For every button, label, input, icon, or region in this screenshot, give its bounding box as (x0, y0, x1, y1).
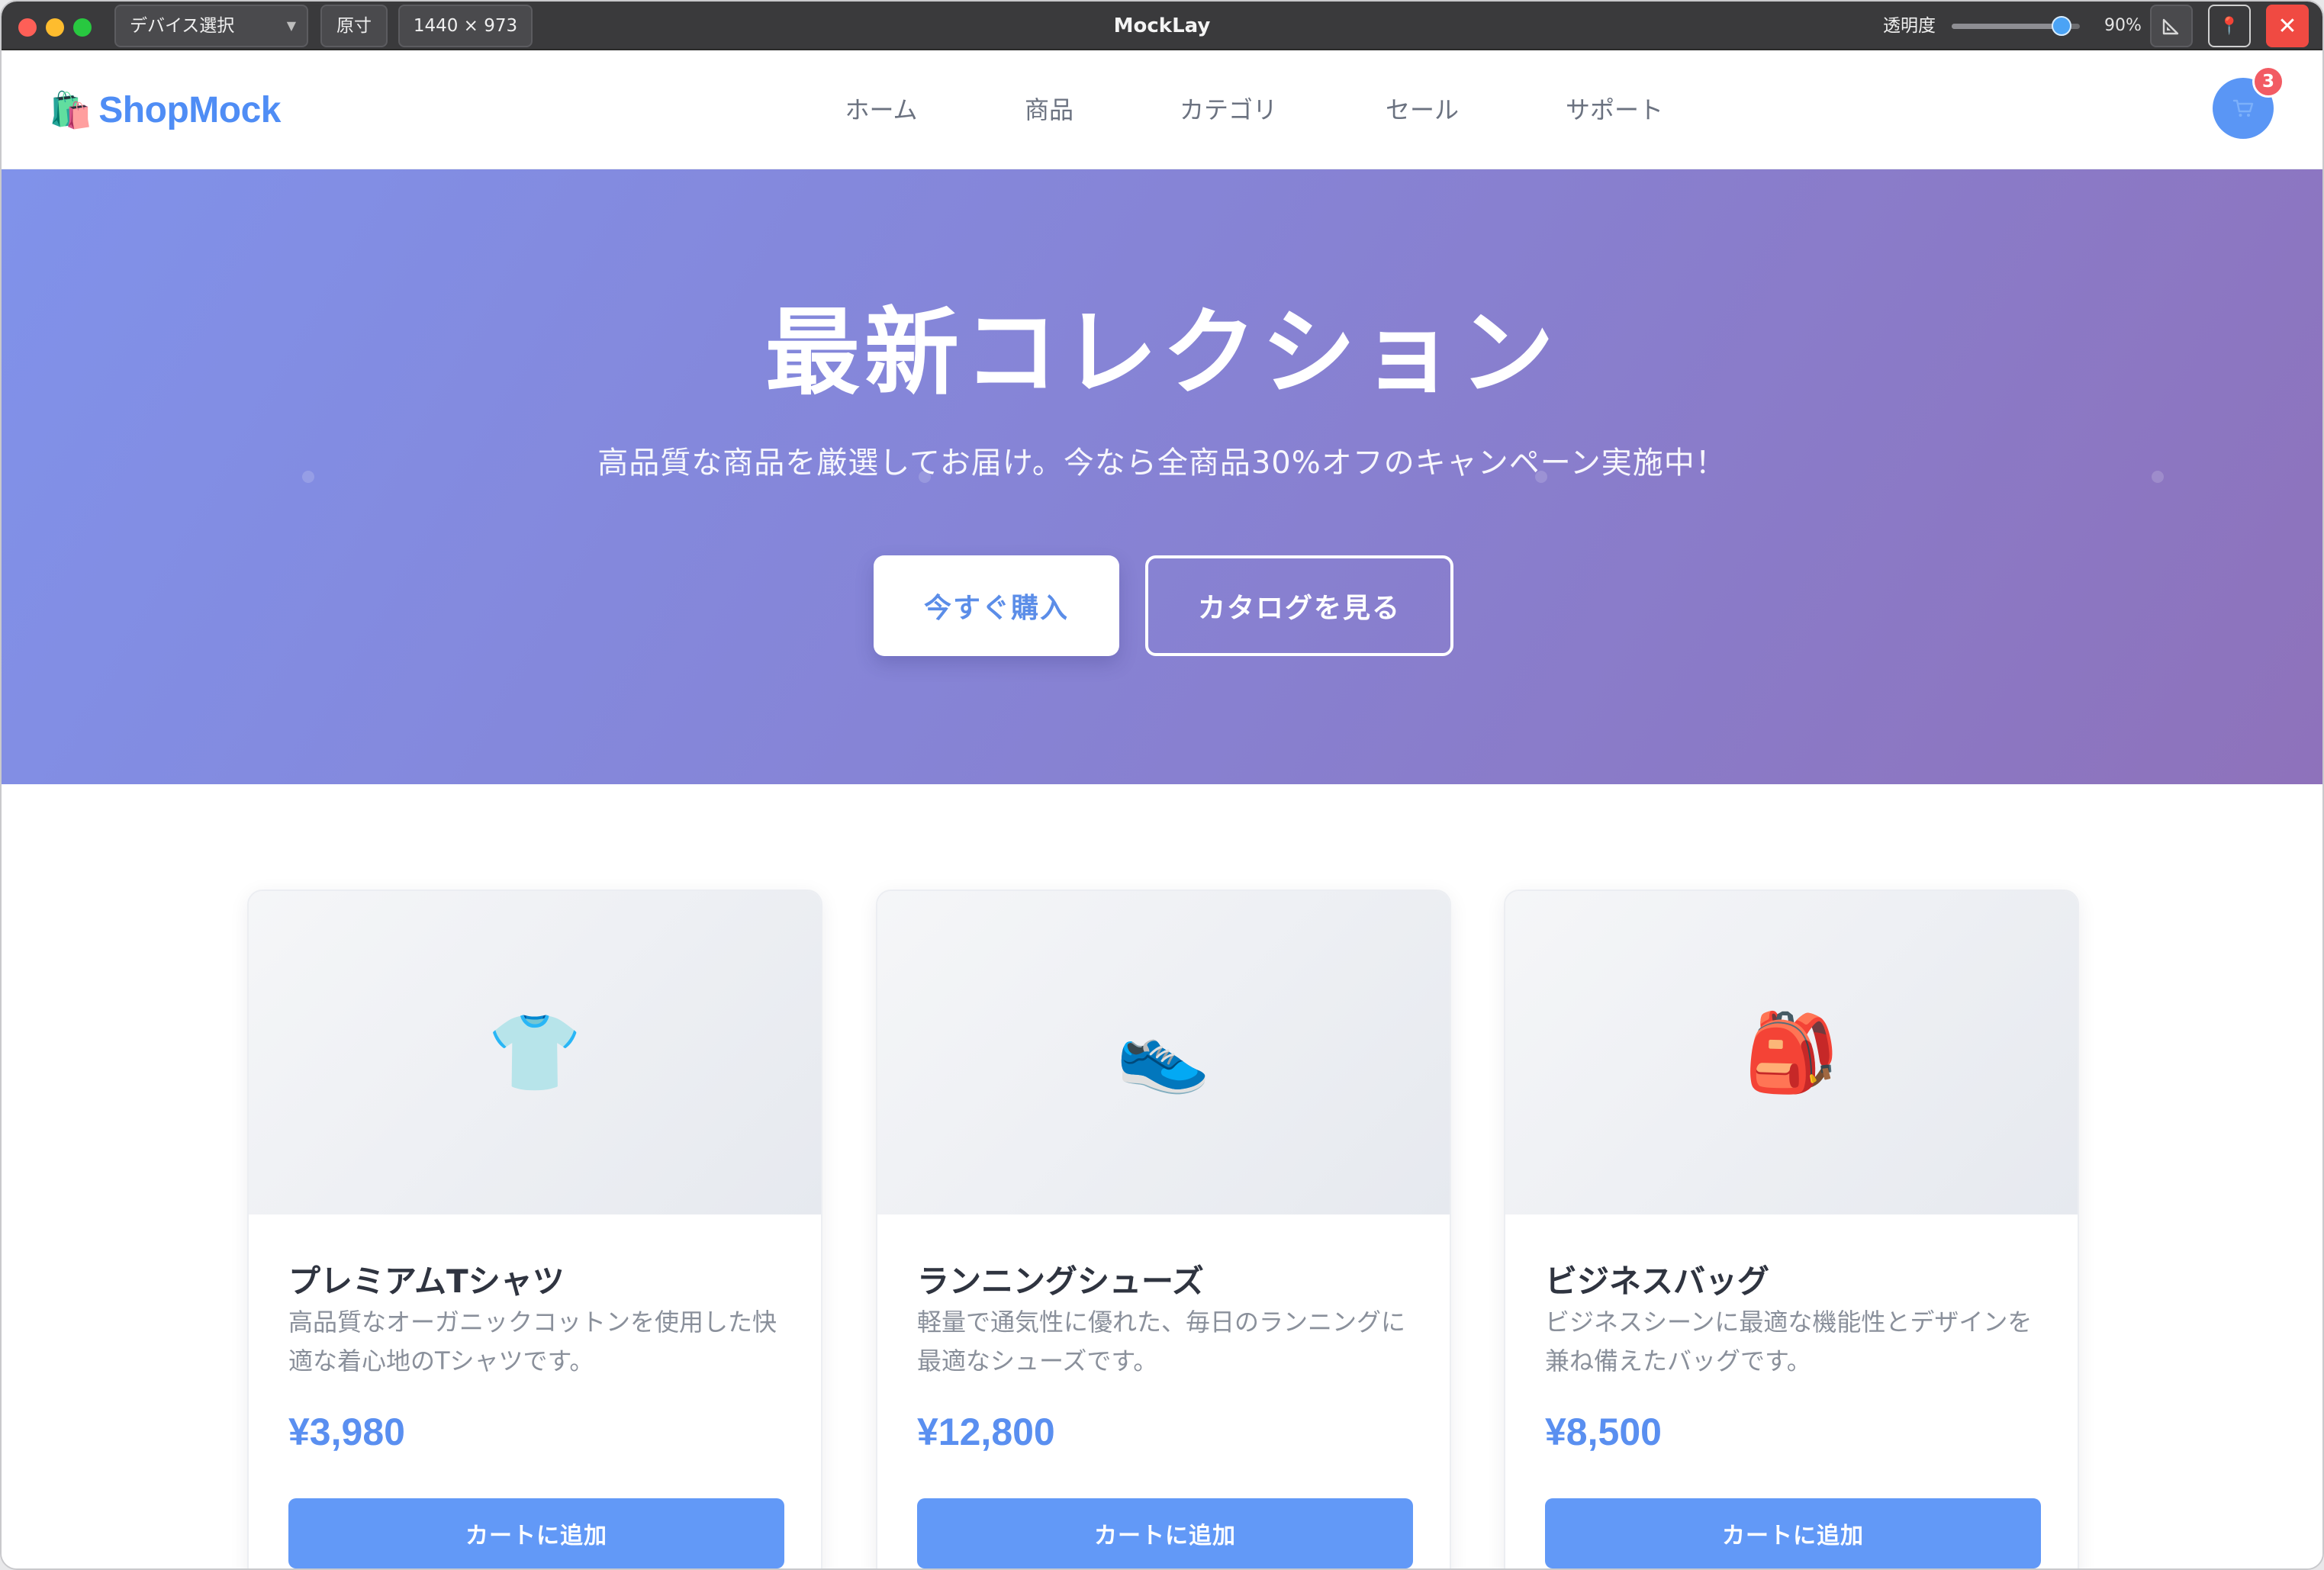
view-catalog-button[interactable]: カタログを見る (1145, 555, 1453, 656)
window-minimize-button[interactable] (46, 18, 64, 37)
viewport-size-display[interactable]: 1440 × 973 (398, 5, 533, 47)
cart-icon (2232, 99, 2254, 117)
product-section: 👕 プレミアムTシャツ 高品質なオーガニックコットンを使用した快適な着心地のTシ… (2, 784, 2322, 1568)
original-size-button[interactable]: 原寸 (320, 5, 388, 47)
product-price: ¥3,980 (288, 1411, 405, 1453)
opacity-value: 90% (2104, 16, 2142, 35)
hero-subtitle: 高品質な商品を厳選してお届け。今なら全商品30%オフのキャンペーン実施中！ (597, 446, 1727, 481)
opacity-slider[interactable] (1952, 16, 2080, 36)
product-card[interactable]: 🎒 ビジネスバッグ ビジネスシーンに最適な機能性とデザインを兼ね備えたバッグです… (1504, 890, 2079, 1568)
opacity-slider-fill (1952, 24, 2062, 29)
close-icon[interactable]: ✕ (2266, 5, 2309, 47)
nav-item-support[interactable]: サポート (1566, 50, 1663, 169)
ruler-icon-graphic (2162, 18, 2179, 35)
title-bar: デバイス選択 ▼ 原寸 1440 × 973 MockLay 透明度 90% 📍… (2, 2, 2322, 50)
opacity-slider-thumb[interactable] (2052, 16, 2072, 36)
pin-icon[interactable]: 📍 (2208, 5, 2251, 47)
buy-now-button[interactable]: 今すぐ購入 (874, 555, 1119, 656)
window-maximize-button[interactable] (73, 18, 92, 37)
ruler-icon[interactable] (2150, 5, 2193, 47)
opacity-label: 透明度 (1883, 16, 1936, 36)
hero-banner: 最新コレクション 高品質な商品を厳選してお届け。今なら全商品30%オフのキャンペ… (2, 169, 2322, 784)
product-name[interactable]: ビジネスバッグ (1545, 1256, 1769, 1302)
backpack-icon: 🎒 (1743, 1008, 1840, 1097)
product-name[interactable]: ランニングシューズ (917, 1256, 1204, 1302)
add-to-cart-button[interactable]: カートに追加 (288, 1498, 784, 1568)
nav-item-sale[interactable]: セール (1386, 50, 1459, 169)
nav-item-products[interactable]: 商品 (1025, 50, 1073, 169)
nav-item-home[interactable]: ホーム (845, 50, 917, 169)
product-description: ビジネスシーンに最適な機能性とデザインを兼ね備えたバッグです。 (1545, 1308, 2033, 1375)
device-select-dropdown[interactable]: デバイス選択 ▼ (114, 5, 308, 47)
chevron-down-icon: ▼ (286, 18, 296, 33)
product-image[interactable]: 👕 (249, 891, 821, 1214)
product-description: 軽量で通気性に優れた、毎日のランニングに最適なシューズです。 (917, 1308, 1406, 1375)
app-window: デバイス選択 ▼ 原寸 1440 × 973 MockLay 透明度 90% 📍… (0, 0, 2324, 1570)
product-price: ¥8,500 (1545, 1411, 1662, 1453)
main-nav: ホーム 商品 カテゴリ セール サポート (2, 50, 2322, 169)
product-description: 高品質なオーガニックコットンを使用した快適な着心地のTシャツです。 (288, 1308, 777, 1375)
product-image[interactable]: 👟 (877, 891, 1450, 1214)
device-select-label: デバイス選択 (130, 16, 235, 36)
nav-item-category[interactable]: カテゴリ (1180, 50, 1277, 169)
product-image[interactable]: 🎒 (1505, 891, 2078, 1214)
cart-count-badge: 3 (2252, 66, 2284, 98)
site-header: 🛍️ ShopMock ホーム 商品 カテゴリ セール サポート 3 (2, 50, 2322, 169)
product-price: ¥12,800 (917, 1411, 1055, 1453)
tshirt-icon: 👕 (487, 1008, 583, 1097)
product-card[interactable]: 👕 プレミアムTシャツ 高品質なオーガニックコットンを使用した快適な着心地のTシ… (247, 890, 822, 1568)
add-to-cart-button[interactable]: カートに追加 (1545, 1498, 2041, 1568)
window-close-button[interactable] (18, 18, 37, 37)
product-name[interactable]: プレミアムTシャツ (288, 1256, 565, 1302)
hero-title: 最新コレクション (764, 298, 1559, 408)
running-shoe-icon: 👟 (1115, 1008, 1212, 1097)
add-to-cart-button[interactable]: カートに追加 (917, 1498, 1413, 1568)
product-card[interactable]: 👟 ランニングシューズ 軽量で通気性に優れた、毎日のランニングに最適なシューズで… (876, 890, 1451, 1568)
